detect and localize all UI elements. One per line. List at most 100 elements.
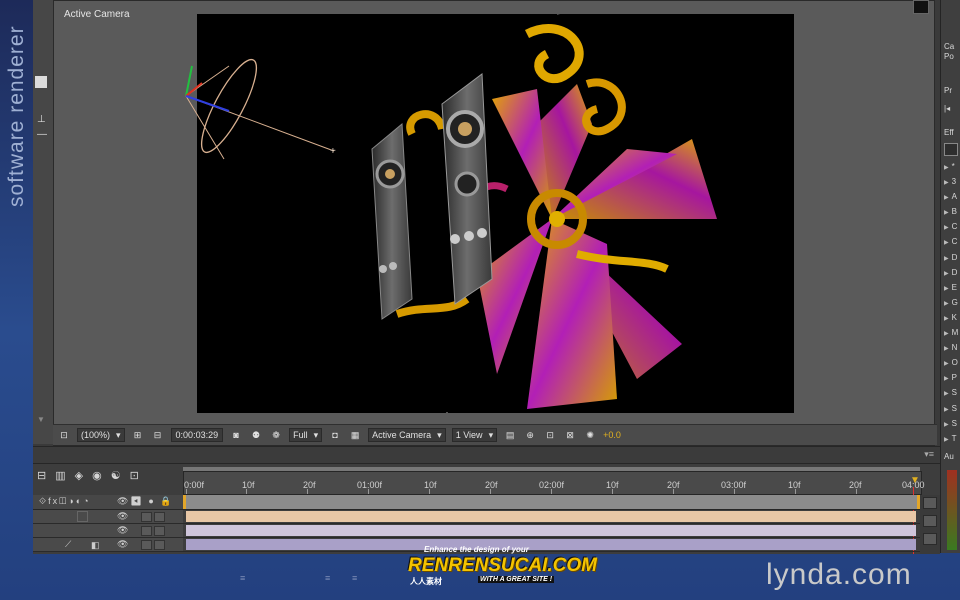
effects-panel-tab[interactable]: Eff xyxy=(944,128,954,137)
shy-layers-icon[interactable]: ◈ xyxy=(75,469,83,482)
current-time-field[interactable]: 0:00:03:29 xyxy=(170,428,224,442)
snapshot-icon[interactable]: ◙ xyxy=(229,429,243,441)
effects-item-label: N xyxy=(951,343,958,353)
scroll-down-arrow-icon[interactable]: ▼ xyxy=(37,415,45,424)
visibility-eye-icon[interactable]: 👁 xyxy=(117,511,128,522)
flowchart-icon[interactable]: ⊠ xyxy=(563,429,577,441)
effects-item-label: 3 xyxy=(951,177,957,187)
layer-3d-cube-icon[interactable]: ◧ xyxy=(91,540,100,551)
effects-item[interactable]: ▶ T xyxy=(944,432,958,447)
camera-tool-icon[interactable]: ⊥ xyxy=(37,115,47,125)
ruler-tick xyxy=(856,489,857,494)
layer-switch-boxes xyxy=(141,526,165,536)
first-frame-icon[interactable]: |◂ xyxy=(944,104,950,113)
effects-search-icon[interactable] xyxy=(944,143,958,156)
channel-icon[interactable]: ❁ xyxy=(269,429,283,441)
tool-square-icon[interactable] xyxy=(35,76,47,88)
audio-panel-tab[interactable]: Au xyxy=(944,452,954,461)
current-time-indicator-icon[interactable]: ▼ xyxy=(910,475,920,486)
transparency-grid-icon[interactable]: ▦ xyxy=(348,429,362,441)
effects-item[interactable]: ▶ D xyxy=(944,266,958,281)
swirl-center xyxy=(549,211,565,227)
effects-item[interactable]: ▶ C xyxy=(944,220,958,235)
graph-editor-icon[interactable]: ⊡ xyxy=(130,469,139,482)
always-preview-icon[interactable]: ⊡ xyxy=(57,429,71,441)
layer-duration-bar[interactable] xyxy=(186,511,916,522)
solo-box[interactable] xyxy=(141,540,152,550)
layer-duration-bar[interactable] xyxy=(186,525,916,536)
effects-item[interactable]: ▶ C xyxy=(944,235,958,250)
effects-item[interactable]: ▶ S xyxy=(944,402,958,417)
visibility-eye-icon[interactable]: 👁 xyxy=(117,525,128,536)
resolution-value: Full xyxy=(293,430,308,440)
lock-box[interactable] xyxy=(154,512,165,522)
layout-select[interactable]: 1 View ▾ xyxy=(451,428,498,442)
layer-collapse-icon[interactable]: ⟋ xyxy=(65,539,71,550)
magnification-select[interactable]: (100%) ▾ xyxy=(77,428,125,442)
timeline-side-button[interactable] xyxy=(923,515,937,527)
timeline-icon[interactable]: ⊡ xyxy=(543,429,557,441)
solo-box[interactable] xyxy=(141,512,152,522)
time-ruler[interactable]: 0:00f 10f 20f 01:00f 10f 20f 02:00f 10f … xyxy=(183,471,925,495)
lock-box[interactable] xyxy=(154,526,165,536)
show-snapshot-icon[interactable]: ⚉ xyxy=(249,429,263,441)
speaker-knob xyxy=(379,265,387,273)
effects-item[interactable]: ▶ D xyxy=(944,251,958,266)
view-select[interactable]: Active Camera ▾ xyxy=(368,428,446,442)
effects-item-label: P xyxy=(951,373,957,383)
effects-item[interactable]: ▶ N xyxy=(944,341,958,356)
effects-item[interactable]: ▶ O xyxy=(944,356,958,371)
info-label-1: Ca xyxy=(944,42,955,51)
region-of-interest-icon[interactable]: ◘ xyxy=(328,429,342,441)
info-color-swatch xyxy=(913,0,929,14)
effects-item[interactable]: ▶ S xyxy=(944,417,958,432)
effects-item-label: K xyxy=(951,312,957,322)
effects-item[interactable]: ▶ A xyxy=(944,190,958,205)
composition-viewer-panel: Active Camera + xyxy=(53,0,935,446)
timeline-side-buttons xyxy=(920,495,940,554)
effects-item[interactable]: ▶ M xyxy=(944,326,958,341)
draft-3d-icon[interactable]: ▥ xyxy=(55,469,65,482)
effects-item-label: B xyxy=(951,207,957,217)
fast-previews-icon[interactable]: ⊕ xyxy=(523,429,537,441)
watermark-logo: Enhance the design of your RENRENSUCAI.C… xyxy=(408,545,597,589)
effects-item[interactable]: ▶ E xyxy=(944,281,958,296)
preview-panel-tab[interactable]: Pr xyxy=(944,86,952,95)
effects-item[interactable]: ▶ * xyxy=(944,160,958,175)
effects-item[interactable]: ▶ K xyxy=(944,311,958,326)
work-area-start-handle[interactable] xyxy=(183,495,186,509)
audio-meter xyxy=(947,470,957,550)
timeline-side-button[interactable] xyxy=(923,533,937,545)
mask-toggle-icon[interactable]: ⊟ xyxy=(151,429,165,441)
viewer-title: Active Camera xyxy=(64,9,130,20)
solo-box[interactable] xyxy=(141,526,152,536)
effects-item[interactable]: ▶ B xyxy=(944,205,958,220)
resolution-select[interactable]: Full ▾ xyxy=(289,428,323,442)
lock-box[interactable] xyxy=(154,540,165,550)
reset-exposure-icon[interactable]: ✺ xyxy=(583,429,597,441)
motion-blur-icon[interactable]: ☯ xyxy=(111,469,121,482)
pixel-aspect-icon[interactable]: ▤ xyxy=(503,429,517,441)
effects-item[interactable]: ▶ G xyxy=(944,296,958,311)
layer-label-swatch[interactable] xyxy=(77,511,88,522)
comp-mini-flowchart-icon[interactable]: ⊟ xyxy=(37,469,46,482)
effects-item[interactable]: ▶ S xyxy=(944,386,958,401)
ruler-label: 10f xyxy=(424,480,437,490)
dock-glyph-icon: ≡ xyxy=(352,573,358,583)
camera-gizmo[interactable]: + xyxy=(184,51,354,171)
title-safe-icon[interactable]: ⊞ xyxy=(131,429,145,441)
layout-value: 1 View xyxy=(455,430,483,440)
exposure-value[interactable]: +0.0 xyxy=(603,430,621,440)
tool-divider-icon: — xyxy=(37,129,47,140)
visibility-eye-icon[interactable]: 👁 xyxy=(117,539,128,550)
panel-menu-icon[interactable]: ▾≡ xyxy=(924,449,934,460)
effects-item[interactable]: ▶ P xyxy=(944,371,958,386)
layer-row[interactable]: 👁 xyxy=(33,524,940,538)
timeline-header: ▾≡ xyxy=(33,447,940,464)
frame-blending-icon[interactable]: ◉ xyxy=(92,469,102,482)
tools-strip: ⊥ — ▼ xyxy=(33,0,54,444)
layer-row[interactable]: 👁 xyxy=(33,510,940,524)
timeline-side-button[interactable] xyxy=(923,497,937,509)
effects-item[interactable]: ▶ 3 xyxy=(944,175,958,190)
side-label: software renderer xyxy=(5,25,28,207)
